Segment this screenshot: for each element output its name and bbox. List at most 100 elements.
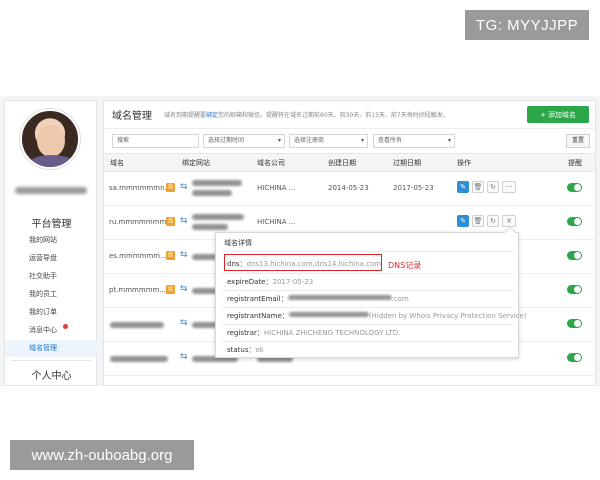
bound-site-redacted xyxy=(192,214,244,220)
registrar-cell: HICHINA ... xyxy=(257,184,296,192)
view-select[interactable]: 查看所有 ▾ xyxy=(373,134,455,148)
dns-highlight-box xyxy=(224,254,382,271)
expire-row: expireDate：2017-05-23 xyxy=(227,277,313,287)
reminder-toggle[interactable] xyxy=(567,353,582,362)
col-reminder: 提醒 xyxy=(568,159,582,167)
col-registrar: 域名公司 xyxy=(257,159,285,167)
col-expires[interactable]: 过期日期 xyxy=(393,154,421,172)
link-icon[interactable]: ⇆ xyxy=(180,352,188,362)
domain-name[interactable]: sa.mmmmmmn... xyxy=(109,184,171,192)
crowd-badge-icon: 众 xyxy=(166,251,175,260)
sidebar-item-my-sites[interactable]: 我的网站 xyxy=(5,232,98,249)
delete-icon[interactable]: 🗑 xyxy=(472,181,484,193)
add-domain-button[interactable]: + 添加域名 xyxy=(527,106,589,123)
sidebar-divider xyxy=(11,360,91,361)
email-label: registrantEmail： xyxy=(227,295,288,303)
popup-divider xyxy=(222,307,514,308)
unread-dot-icon xyxy=(63,324,68,329)
site-watermark: www.zh-ouboabg.org xyxy=(10,440,194,470)
reminder-tip-suffix: 您的邮箱和微信。提醒将在域名过期前60天、前30天、前15天、前7天每时间段触发… xyxy=(218,112,449,119)
crowd-badge-icon: 众 xyxy=(166,183,175,192)
bound-site-redacted xyxy=(192,190,232,196)
sidebar-item-domains[interactable]: 域名管理 xyxy=(5,340,98,357)
registrar-value: HICHINA ZHICHENG TECHNOLOGY LTD. xyxy=(263,329,401,337)
bind-link[interactable]: 绑定 xyxy=(206,112,218,119)
delete-icon[interactable]: 🗑 xyxy=(472,215,484,227)
link-icon[interactable]: ⇆ xyxy=(180,284,188,294)
search-input[interactable]: 搜索 xyxy=(112,134,199,148)
email-row: registrantEmail： .com xyxy=(227,294,409,304)
crowd-badge-icon: 众 xyxy=(166,285,175,294)
avatar[interactable] xyxy=(20,109,80,169)
reminder-toggle[interactable] xyxy=(567,251,582,260)
page-title: 域名管理 xyxy=(112,111,152,122)
popup-divider xyxy=(222,324,514,325)
reset-button[interactable]: 重置 xyxy=(566,134,590,148)
status-value: ok xyxy=(255,346,264,354)
popup-divider xyxy=(222,251,514,252)
sidebar-item-staff[interactable]: 我的员工 xyxy=(5,286,98,303)
crowd-badge-icon: 众 xyxy=(166,217,175,226)
sidebar-item-messages-label: 消息中心 xyxy=(29,326,57,334)
reminder-toggle[interactable] xyxy=(567,319,582,328)
sidebar-section-personal[interactable]: 个人中心 xyxy=(5,367,98,382)
more-icon[interactable]: ··· xyxy=(502,181,516,193)
email-value: .com xyxy=(391,295,409,303)
edit-button[interactable]: ✎ xyxy=(457,215,469,227)
sidebar-item-messages[interactable]: 消息中心 xyxy=(5,322,98,339)
view-select-value: 查看所有 xyxy=(378,137,403,144)
domain-name[interactable]: pt.mmmmmm... xyxy=(109,286,166,294)
add-domain-label: 添加域名 xyxy=(547,110,576,119)
expire-date-select[interactable]: 选择过期时间 ▾ xyxy=(203,134,285,148)
popup-divider xyxy=(222,341,514,342)
bound-site-redacted xyxy=(192,224,228,230)
reminder-toggle[interactable] xyxy=(567,285,582,294)
table-header: 域名 绑定网站 域名公司 创建日期 过期日期 操作 提醒 xyxy=(104,153,595,172)
sidebar-item-social[interactable]: 社交助手 xyxy=(5,268,98,285)
registrar-select[interactable]: 选择注册商 ▾ xyxy=(289,134,368,148)
edit-button[interactable]: ✎ xyxy=(457,181,469,193)
col-created[interactable]: 创建日期 xyxy=(328,154,356,172)
refresh-icon[interactable]: ↻ xyxy=(487,215,499,227)
sidebar-item-orders[interactable]: 我的订单 xyxy=(5,304,98,321)
chevron-down-icon: ▾ xyxy=(360,137,364,144)
status-row: status：ok xyxy=(227,345,264,355)
dns-annotation: DNS记录 xyxy=(388,261,422,270)
sidebar-item-operations[interactable]: 运营导盘 xyxy=(5,250,98,267)
created-cell: 2014-05-23 xyxy=(328,184,369,192)
link-icon[interactable]: ⇆ xyxy=(180,318,188,328)
reminder-toggle[interactable] xyxy=(567,183,582,192)
domain-redacted xyxy=(110,356,168,362)
username-redacted xyxy=(15,187,87,194)
popup-divider xyxy=(222,290,514,291)
expire-value: 2017-05-23 xyxy=(272,278,314,286)
domain-name[interactable]: es.mmmmmm... xyxy=(109,252,167,260)
avatar-face xyxy=(37,125,65,157)
domain-name[interactable]: ru.mmmmmmm... xyxy=(109,218,173,226)
page: TG: MYYJJPP 平台管理 我的网站 运营导盘 社交助手 我的员工 我的订… xyxy=(0,0,600,480)
col-domain[interactable]: 域名 xyxy=(110,154,124,172)
registrant-name-redacted xyxy=(288,312,369,317)
domain-details-popup: 域名详情 dns：dns13.hichina.com,dns14.hichina… xyxy=(215,226,527,358)
registrant-name-row: registrantName： (Hidden by Whois Privacy … xyxy=(227,311,527,321)
registrant-name-label: registrantName： xyxy=(227,312,289,320)
registrar-select-value: 选择注册商 xyxy=(294,137,325,144)
registrar-label: registrar： xyxy=(227,329,264,337)
chevron-down-icon: ▾ xyxy=(277,137,281,144)
reminder-tip: 域名到期提醒要绑定您的邮箱和微信。提醒将在域名过期前60天、前30天、前15天、… xyxy=(164,110,449,119)
domain-redacted xyxy=(110,322,164,328)
link-icon[interactable]: ⇆ xyxy=(180,216,188,226)
reminder-tip-prefix: 域名到期提醒要 xyxy=(164,112,207,119)
email-redacted xyxy=(287,295,392,300)
link-icon[interactable]: ⇆ xyxy=(180,182,188,192)
reminder-toggle[interactable] xyxy=(567,217,582,226)
chevron-down-icon: ▾ xyxy=(447,137,451,144)
col-bound-site: 绑定网站 xyxy=(182,159,210,167)
status-label: status： xyxy=(227,346,256,354)
refresh-icon[interactable]: ↻ xyxy=(487,181,499,193)
link-icon[interactable]: ⇆ xyxy=(180,250,188,260)
registrar-cell: HICHINA ... xyxy=(257,218,296,226)
close-icon[interactable]: ✕ xyxy=(502,215,516,227)
sidebar: 平台管理 我的网站 运营导盘 社交助手 我的员工 我的订单 消息中心 域名管理 … xyxy=(4,100,98,386)
title-divider xyxy=(104,128,595,129)
